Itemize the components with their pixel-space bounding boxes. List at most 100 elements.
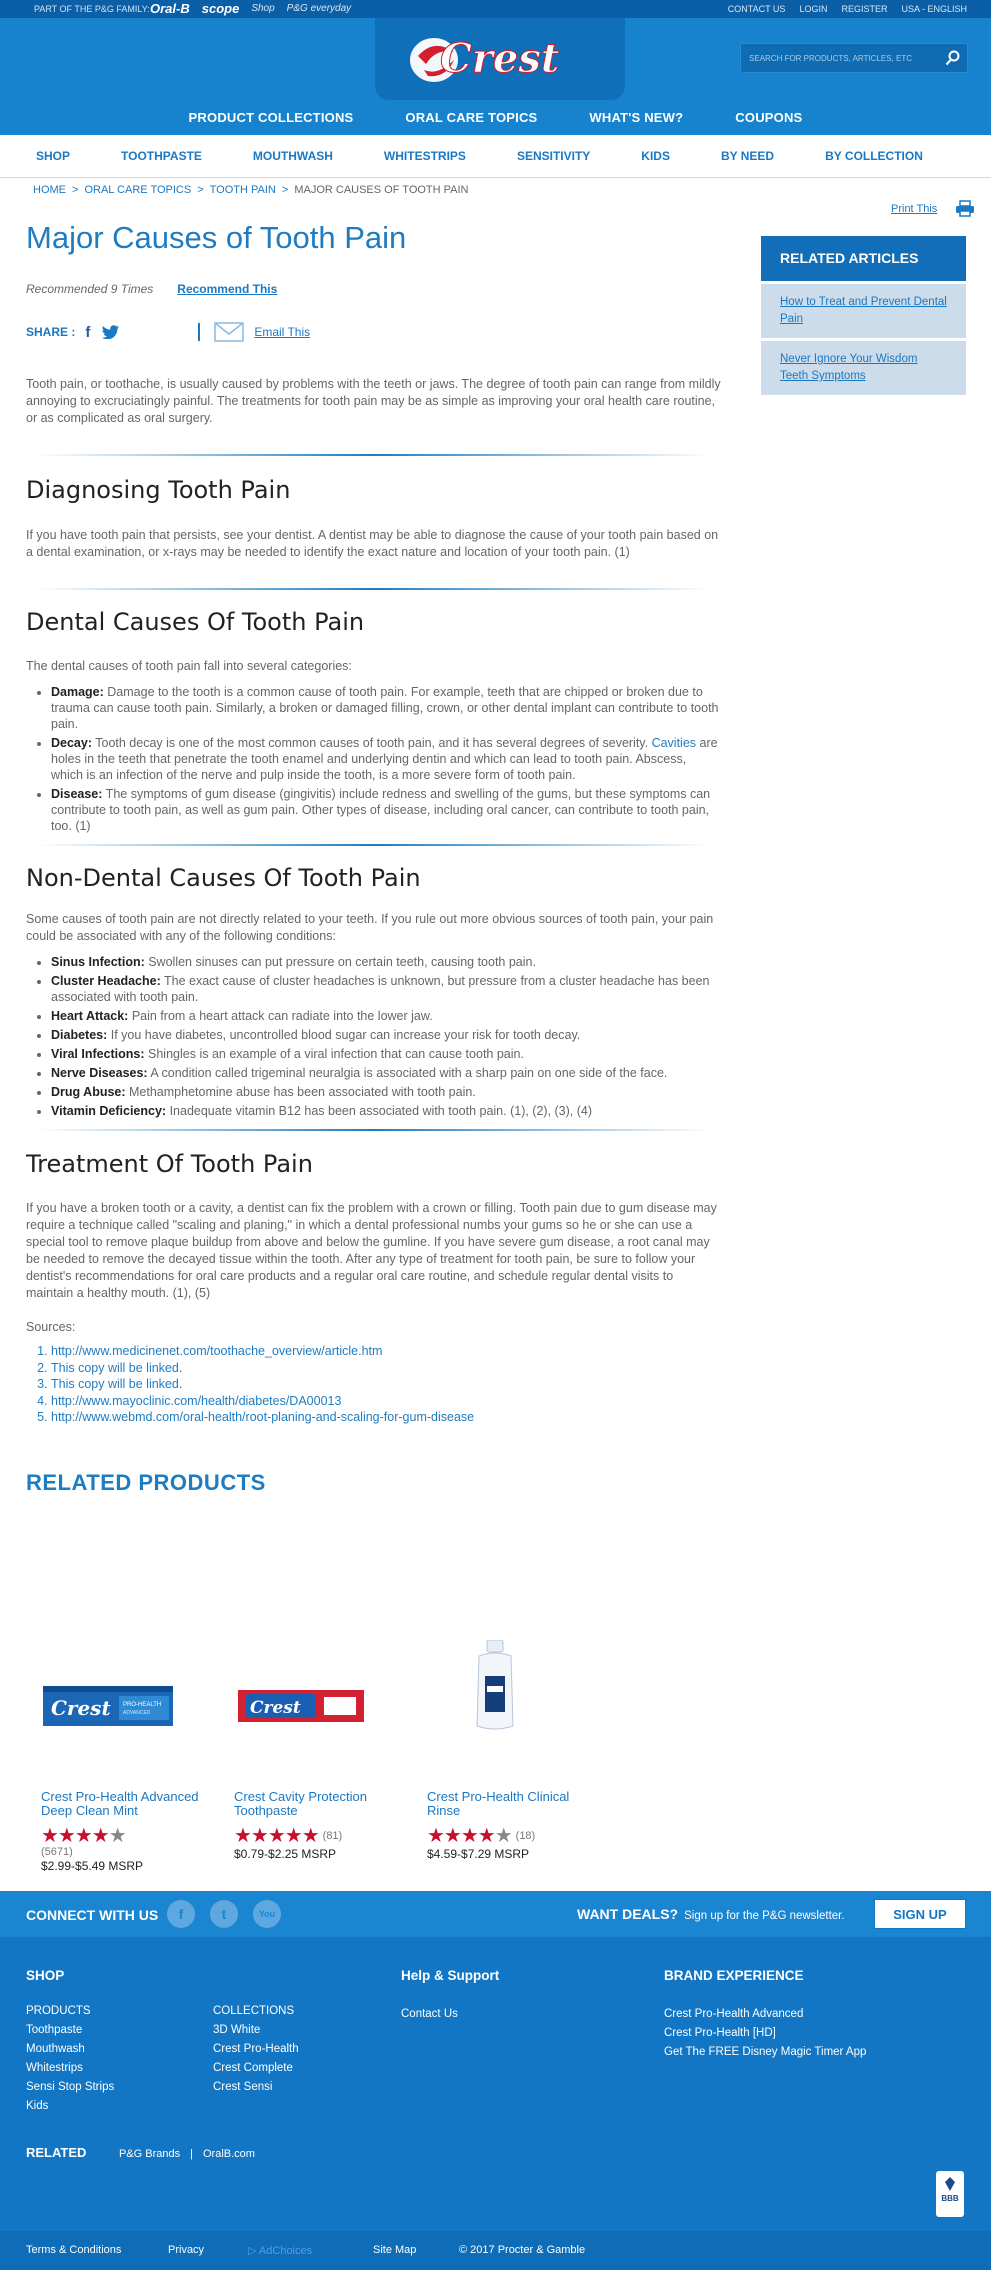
contact-us-link[interactable]: CONTACT US [728,4,786,14]
section-divider [36,1129,711,1131]
email-this-link[interactable]: Email This [254,325,310,339]
related-article-item[interactable]: Never Ignore Your Wisdom Teeth Symptoms [761,341,966,395]
footer-link[interactable]: Crest Sensi [213,2078,299,2097]
list-item: Sinus Infection: Swollen sinuses can put… [51,954,721,970]
footer-brand-col: Crest Pro-Health Advanced Crest Pro-Heal… [664,2005,866,2062]
terms-link[interactable]: Terms & Conditions [26,2244,121,2256]
list-item: Damage: Damage to the tooth is a common … [51,684,721,732]
subnav-shop[interactable]: SHOP [36,149,70,163]
breadcrumb-sep: > [197,184,204,196]
footer-shop-heading: SHOP [26,1968,65,1983]
bbb-badge[interactable]: BBB [936,2171,964,2217]
printer-icon[interactable] [955,200,975,217]
footer-link[interactable]: Kids [26,2097,114,2116]
list-item: Viral Infections: Shingles is an example… [51,1046,721,1062]
product-name[interactable]: Crest Pro-Health Advanced Deep Clean Min… [41,1790,211,1818]
subnav-toothpaste[interactable]: TOOTHPASTE [121,149,202,163]
product-image[interactable]: Crest PRO-HEALTH ADVANCED [41,1632,211,1742]
brand-oralb-link[interactable]: Oral-B [150,1,190,16]
product-card[interactable]: Crest PRO-HEALTH ADVANCED Crest Pro-Heal… [41,1632,211,1873]
product-card[interactable]: Crest Crest Cavity Protection Toothpaste… [234,1632,404,1861]
footer-link[interactable]: Sensi Stop Strips [26,2078,114,2097]
source-link[interactable]: http://www.mayoclinic.com/health/diabete… [51,1393,721,1410]
related-article-item[interactable]: How to Treat and Prevent Dental Pain [761,284,966,338]
footer-link[interactable]: 3D White [213,2021,299,2040]
product-name[interactable]: Crest Cavity Protection Toothpaste [234,1790,404,1818]
search-icon[interactable] [945,50,961,66]
breadcrumb-tooth-pain[interactable]: TOOTH PAIN [210,184,276,196]
email-icon[interactable] [214,322,245,342]
subnav-whitestrips[interactable]: WHITESTRIPS [384,149,466,163]
twitter-share-icon[interactable] [102,325,120,339]
source-link[interactable]: http://www.webmd.com/oral-health/root-pl… [51,1409,721,1426]
breadcrumb-home[interactable]: HOME [33,184,66,196]
adchoices-link[interactable]: ▷ AdChoices [248,2244,312,2257]
product-price: $4.59-$7.29 MSRP [427,1847,530,1861]
subnav-by-need[interactable]: BY NEED [721,149,774,163]
share-row: SHARE : f Email This [26,322,721,342]
subnav-by-collection[interactable]: BY COLLECTION [825,149,923,163]
cause-label: Nerve Diseases: [51,1066,148,1080]
product-card[interactable]: Crest Pro-Health Clinical Rinse ★★★★ ★ (18… [427,1632,597,1861]
youtube-icon[interactable]: You [253,1900,281,1928]
brand-shop-link[interactable]: Shop [251,3,274,16]
footer-link[interactable]: COLLECTIONS [213,2002,299,2021]
source-link[interactable]: This copy will be linked. [51,1376,721,1393]
footer-link[interactable]: Crest Pro-Health [213,2040,299,2059]
product-image[interactable]: Crest [234,1632,404,1742]
product-price: $0.79-$2.25 MSRP [234,1847,337,1861]
source-link[interactable]: This copy will be linked. [51,1360,721,1377]
product-name[interactable]: Crest Pro-Health Clinical Rinse [427,1790,597,1818]
twitter-icon[interactable]: t [210,1900,238,1928]
nav-product-collections[interactable]: PRODUCT COLLECTIONS [163,110,380,125]
facebook-share-icon[interactable]: f [85,324,90,341]
oralb-link[interactable]: OralB.com [203,2148,255,2160]
subnav-kids[interactable]: KIDS [641,149,670,163]
footer-link[interactable]: Toothpaste [26,2021,114,2040]
nav-oral-care-topics[interactable]: ORAL CARE TOPICS [379,110,563,125]
cavities-link[interactable]: Cavities [652,736,696,750]
list-item: Diabetes: If you have diabetes, uncontro… [51,1027,721,1043]
cause-text: Swollen sinuses can put pressure on cert… [144,955,536,969]
footer-link[interactable]: Crest Pro-Health [HD] [664,2024,866,2043]
related-article-link[interactable]: How to Treat and Prevent Dental Pain [780,296,947,325]
list-item: Disease: The symptoms of gum disease (gi… [51,786,721,834]
source-link[interactable]: http://www.medicinenet.com/toothache_ove… [51,1343,721,1360]
register-link[interactable]: REGISTER [841,4,887,14]
sitemap-link[interactable]: Site Map [373,2244,416,2256]
footer-link[interactable]: Mouthwash [26,2040,114,2059]
contact-us-footer-link[interactable]: Contact Us [401,2005,458,2024]
search-input[interactable] [741,44,937,72]
treatment-heading: Treatment Of Tooth Pain [26,1150,313,1178]
crest-logo[interactable]: Crest [404,30,594,84]
cause-label: Cluster Headache: [51,974,161,988]
subnav-sensitivity[interactable]: SENSITIVITY [517,149,590,163]
pg-brands-link[interactable]: P&G Brands [119,2148,180,2160]
footer-link[interactable]: Whitestrips [26,2059,114,2078]
privacy-link[interactable]: Privacy [168,2244,204,2256]
recommend-button[interactable]: Recommend This [177,282,277,296]
product-image[interactable] [427,1632,597,1742]
deals-label: WANT DEALS? Sign up for the P&G newslette… [577,1906,845,1922]
nondental-lead: Some causes of tooth pain are not direct… [26,912,714,943]
footer-link[interactable]: Crest Pro-Health Advanced [664,2005,866,2024]
subnav-mouthwash[interactable]: MOUTHWASH [253,149,333,163]
rating-row: ★★★★ ★ (18) [427,1826,597,1846]
breadcrumb-oral-care-topics[interactable]: ORAL CARE TOPICS [84,184,191,196]
footer-link[interactable]: Get The FREE Disney Magic Timer App [664,2043,866,2062]
nav-coupons[interactable]: COUPONS [709,110,828,125]
footer-link[interactable]: PRODUCTS [26,2002,114,2021]
brand-scope-link[interactable]: scope [202,1,240,16]
facebook-icon[interactable]: f [167,1900,195,1928]
footer-link[interactable]: Crest Complete [213,2059,299,2078]
review-count: (81) [322,1830,343,1842]
brand-pgeveryday-link[interactable]: P&G everyday [287,3,351,16]
nav-whats-new[interactable]: WHAT'S NEW? [563,110,709,125]
related-article-link[interactable]: Never Ignore Your Wisdom Teeth Symptoms [780,353,917,382]
signup-button[interactable]: SIGN UP [874,1899,966,1929]
locale-link[interactable]: USA - ENGLISH [901,4,967,14]
diagnosing-heading: Diagnosing Tooth Pain [26,476,291,504]
print-link[interactable]: Print This [891,203,937,215]
login-link[interactable]: LOGIN [799,4,827,14]
sources-list: http://www.medicinenet.com/toothache_ove… [26,1343,721,1426]
